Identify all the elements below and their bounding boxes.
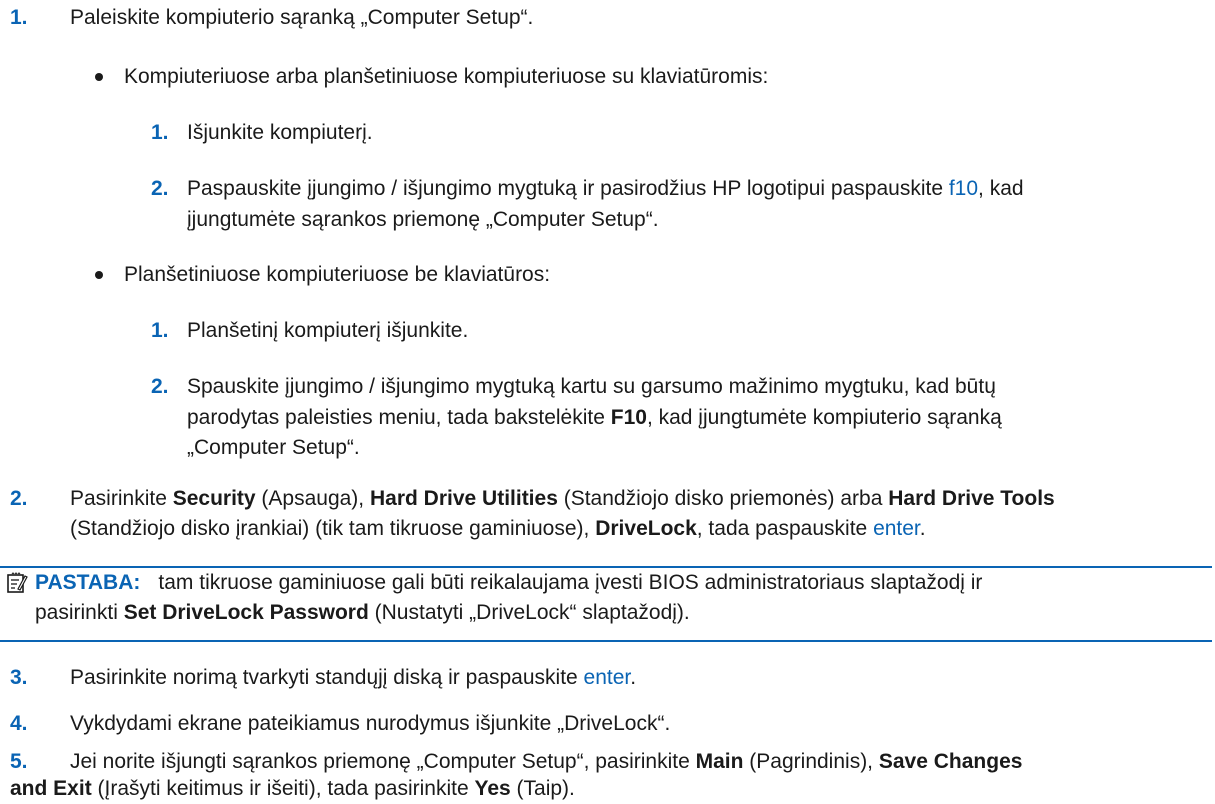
menu-and-exit: and Exit	[10, 777, 92, 800]
bullet-text: Kompiuteriuose arba planšetiniuose kompi…	[124, 65, 769, 88]
document-page: 1. Paleiskite kompiuterio sąranką „Compu…	[0, 0, 1215, 800]
text-span: (Nustatyti „DriveLock“ slaptažodį).	[368, 601, 690, 624]
text-span: (Taip).	[510, 777, 575, 800]
text-span: (Pagrindinis),	[743, 750, 879, 773]
substep-text: Išjunkite kompiuterį.	[187, 121, 373, 144]
text-span: pasirinkti	[35, 601, 124, 624]
step-text: Paleiskite kompiuterio sąranką „Computer…	[70, 6, 534, 29]
step-number: 3.	[10, 666, 28, 689]
key-f10: f10	[948, 177, 979, 200]
substep-number: 1.	[151, 121, 169, 144]
step-text-line: Pasirinkite Security (Apsauga), Hard Dri…	[70, 484, 1055, 514]
menu-yes: Yes	[474, 777, 511, 800]
menu-set-drivelock-password: Set DriveLock Password	[123, 601, 369, 624]
note-label: PASTABA:	[35, 571, 141, 594]
substep-text-line: Paspauskite įjungimo / išjungimo mygtuką…	[187, 174, 1024, 204]
step-number: 2.	[10, 487, 28, 510]
substep-text-line: parodytas paleisties meniu, tada bakstel…	[187, 403, 1002, 433]
substep-text: Planšetinį kompiuterį išjunkite.	[187, 319, 469, 342]
substep-text-line: Spauskite įjungimo / išjungimo mygtuką k…	[187, 375, 996, 398]
bullet-icon	[95, 73, 103, 81]
text-span: .	[919, 517, 926, 540]
text-span: Pasirinkite norimą tvarkyti standųjį dis…	[70, 666, 584, 689]
substep-text-line: „Computer Setup“.	[187, 436, 360, 459]
substep-number: 1.	[151, 319, 169, 342]
bullet-icon	[95, 271, 103, 279]
key-enter: enter	[583, 666, 631, 689]
text-span: , tada paspauskite	[696, 517, 874, 540]
text-span: parodytas paleisties meniu, tada bakstel…	[187, 406, 611, 429]
text-span: (Standžiojo disko priemonės) arba	[557, 487, 889, 510]
step-text-line: and Exit (Įrašyti keitimus ir išeiti), t…	[10, 774, 575, 804]
menu-security: Security	[172, 487, 256, 510]
menu-drivelock: DriveLock	[595, 517, 697, 540]
step-text: Vykdydami ekrane pateikiamus nurodymus i…	[70, 712, 671, 735]
text-span: , kad įjungtumėte kompiuterio sąranką	[646, 406, 1002, 429]
text-span: Jei norite išjungti sąrankos priemonę „C…	[70, 750, 696, 773]
step-number: 5.	[10, 750, 28, 773]
text-span: .	[630, 666, 637, 689]
menu-main: Main	[695, 750, 744, 773]
key-f10-bold: F10	[610, 406, 647, 429]
note-icon	[7, 572, 28, 593]
text-span: (Apsauga),	[255, 487, 370, 510]
step-text-line: Jei norite išjungti sąrankos priemonę „C…	[70, 747, 1022, 777]
menu-hard-drive-tools: Hard Drive Tools	[888, 487, 1055, 510]
note-bottom-rule	[0, 640, 1212, 642]
substep-number: 2.	[151, 177, 169, 200]
substep-number: 2.	[151, 375, 169, 398]
text-span: (Standžiojo disko įrankiai) (tik tam tik…	[70, 517, 596, 540]
step-text-line: (Standžiojo disko įrankiai) (tik tam tik…	[70, 514, 926, 544]
text-span: , kad	[978, 177, 1024, 200]
note-text-line: PASTABA: tam tikruose gaminiuose gali būt…	[35, 568, 982, 598]
key-enter: enter	[873, 517, 920, 540]
text-span: tam tikruose gaminiuose gali būti reikal…	[158, 571, 983, 594]
step-number: 1.	[10, 6, 28, 29]
text-span: (Įrašyti keitimus ir išeiti), tada pasir…	[91, 777, 475, 800]
bullet-text: Planšetiniuose kompiuteriuose be klaviat…	[124, 263, 551, 286]
menu-save-changes: Save Changes	[878, 750, 1023, 773]
step-text-line: Pasirinkite norimą tvarkyti standųjį dis…	[70, 663, 636, 693]
step-number: 4.	[10, 712, 28, 735]
text-span: Pasirinkite	[70, 487, 173, 510]
note-text-line: pasirinkti Set DriveLock Password (Nusta…	[35, 598, 690, 628]
substep-text-line: įjungtumėte sąrankos priemonę „Computer …	[187, 208, 659, 231]
menu-hard-drive-utilities: Hard Drive Utilities	[369, 487, 558, 510]
text-span: Paspauskite įjungimo / išjungimo mygtuką…	[187, 177, 949, 200]
